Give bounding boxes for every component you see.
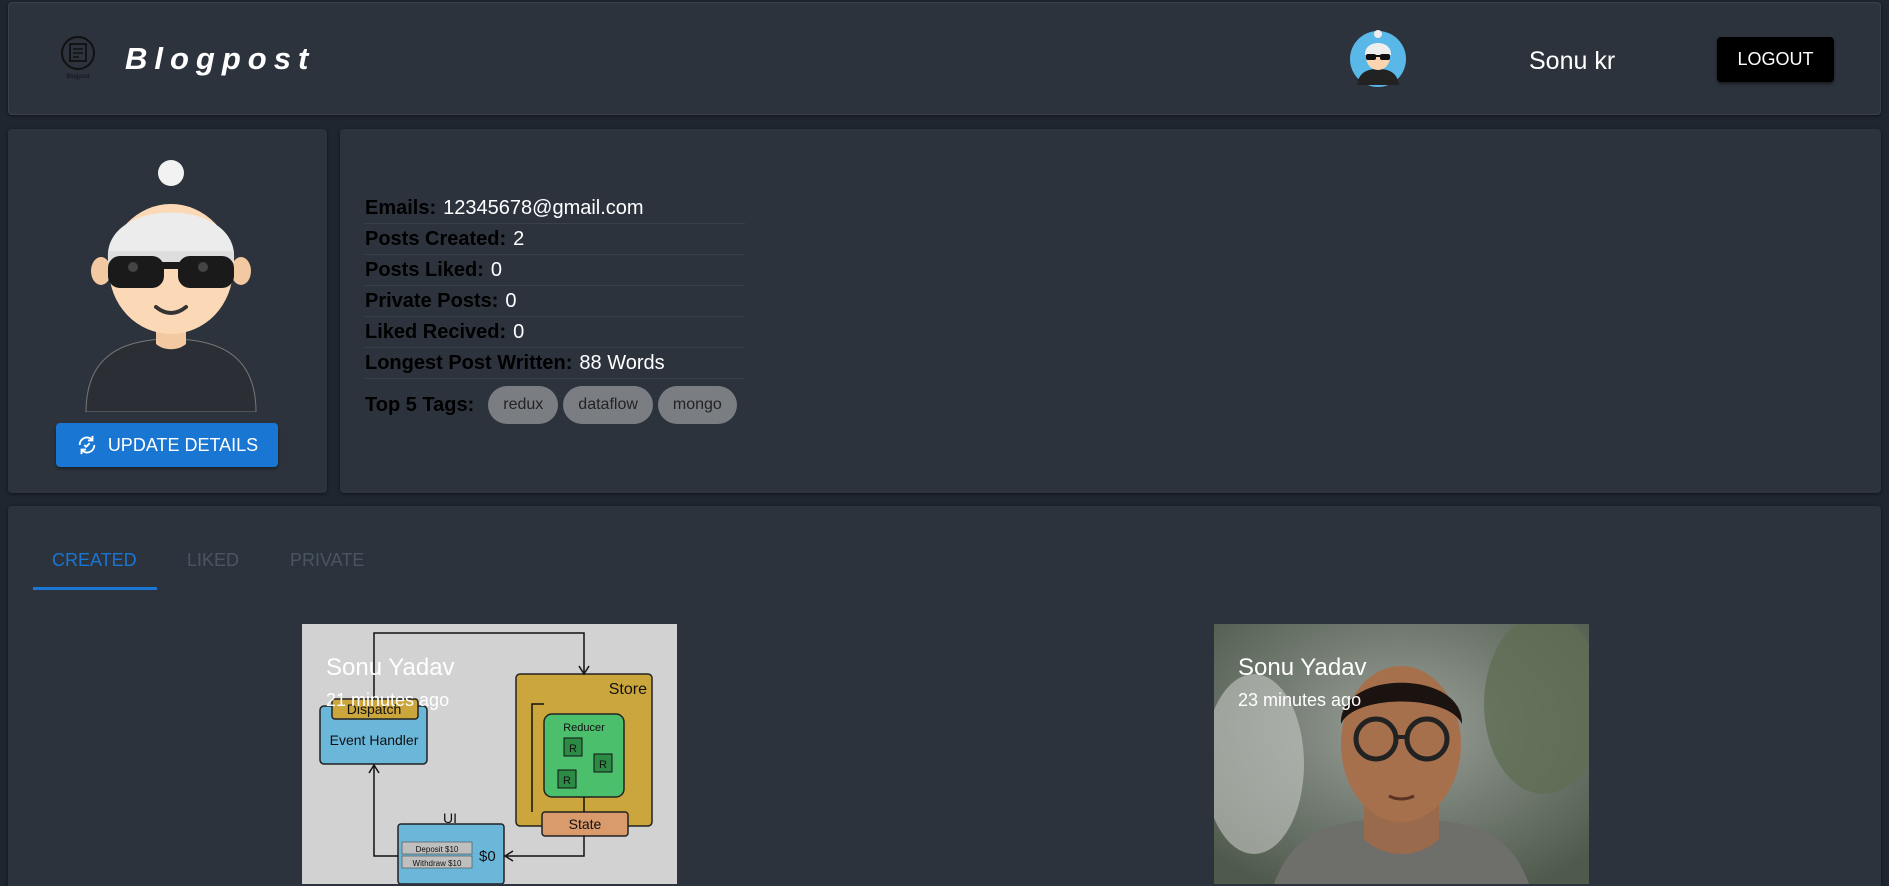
header-avatar[interactable] (1349, 25, 1407, 89)
stat-value: 0 (513, 320, 525, 343)
stat-label: Posts Liked: (365, 258, 484, 281)
tag-chip[interactable]: dataflow (563, 386, 653, 424)
stat-label: Top 5 Tags: (365, 393, 475, 416)
update-details-label: UPDATE DETAILS (107, 434, 259, 455)
stat-private-posts: Private Posts: 0 (365, 286, 745, 317)
diagram-r-label: R (569, 743, 577, 755)
post-author: Sonu Yadav (1238, 654, 1367, 681)
diagram-store-label: Store (609, 681, 647, 698)
stat-likes-received: Liked Recived: 0 (365, 317, 745, 348)
stats-card: Emails: 12345678@gmail.com Posts Created… (340, 129, 1881, 493)
diagram-r-label: R (563, 775, 571, 787)
logo-caption: Blogpost (66, 74, 90, 80)
post-author: Sonu Yadav (326, 654, 455, 681)
stat-value: 12345678@gmail.com (443, 196, 644, 219)
diagram-withdraw-label: Withdraw $10 (413, 859, 462, 868)
stat-posts-liked: Posts Liked: 0 (365, 255, 745, 286)
stat-longest-post: Longest Post Written: 88 Words (365, 348, 745, 379)
stat-label: Posts Created: (365, 227, 507, 250)
blogpost-logo-icon[interactable]: Blogpost (59, 35, 97, 81)
app-header: Blogpost Blogpost Sonu kr LOGOUT (8, 2, 1881, 115)
logout-button[interactable]: LOGOUT (1717, 37, 1834, 82)
tag-chip[interactable]: redux (488, 386, 559, 424)
tag-chip[interactable]: mongo (657, 386, 737, 424)
stat-label: Private Posts: (365, 289, 499, 312)
diagram-state-label: State (569, 816, 602, 832)
tab-liked[interactable]: LIKED (187, 550, 239, 571)
tab-created[interactable]: CREATED (52, 550, 137, 571)
post-card[interactable]: Store Reducer R R R State Dispatch Event… (302, 624, 677, 884)
post-card[interactable]: Sonu Yadav 23 minutes ago (1214, 624, 1589, 884)
tab-private[interactable]: PRIVATE (290, 550, 364, 571)
diagram-deposit-label: Deposit $10 (416, 845, 459, 854)
diagram-event-handler-label: Event Handler (330, 732, 419, 748)
stat-label: Liked Recived: (365, 320, 507, 343)
post-timestamp: 21 minutes ago (326, 690, 450, 710)
stat-posts-created: Posts Created: 2 (365, 224, 745, 255)
stat-value: 88 Words (579, 351, 665, 374)
post-timestamp: 23 minutes ago (1238, 690, 1362, 710)
stat-value: 0 (490, 258, 503, 281)
stat-label: Longest Post Written: (365, 351, 573, 374)
header-username: Sonu kr (1529, 47, 1616, 75)
brand-title[interactable]: Blogpost (125, 41, 315, 77)
profile-card: UPDATE DETAILS (8, 129, 327, 493)
refresh-icon (78, 435, 96, 455)
update-details-button[interactable]: UPDATE DETAILS (56, 423, 278, 467)
stat-top-tags: Top 5 Tags: redux dataflow mongo (365, 379, 745, 431)
stat-email: Emails: 12345678@gmail.com (365, 193, 745, 224)
diagram-r-label: R (599, 759, 607, 771)
diagram-balance-label: $0 (479, 848, 496, 865)
profile-avatar (85, 160, 257, 412)
diagram-reducer-label: Reducer (563, 722, 605, 734)
stats-list: Emails: 12345678@gmail.com Posts Created… (365, 193, 745, 431)
stat-value: 2 (513, 227, 525, 250)
stat-value: 0 (505, 289, 517, 312)
posts-card: CREATED LIKED PRIVATE Store Reducer R R … (8, 506, 1881, 886)
stat-label: Emails: (365, 196, 437, 219)
active-tab-indicator (33, 587, 157, 590)
